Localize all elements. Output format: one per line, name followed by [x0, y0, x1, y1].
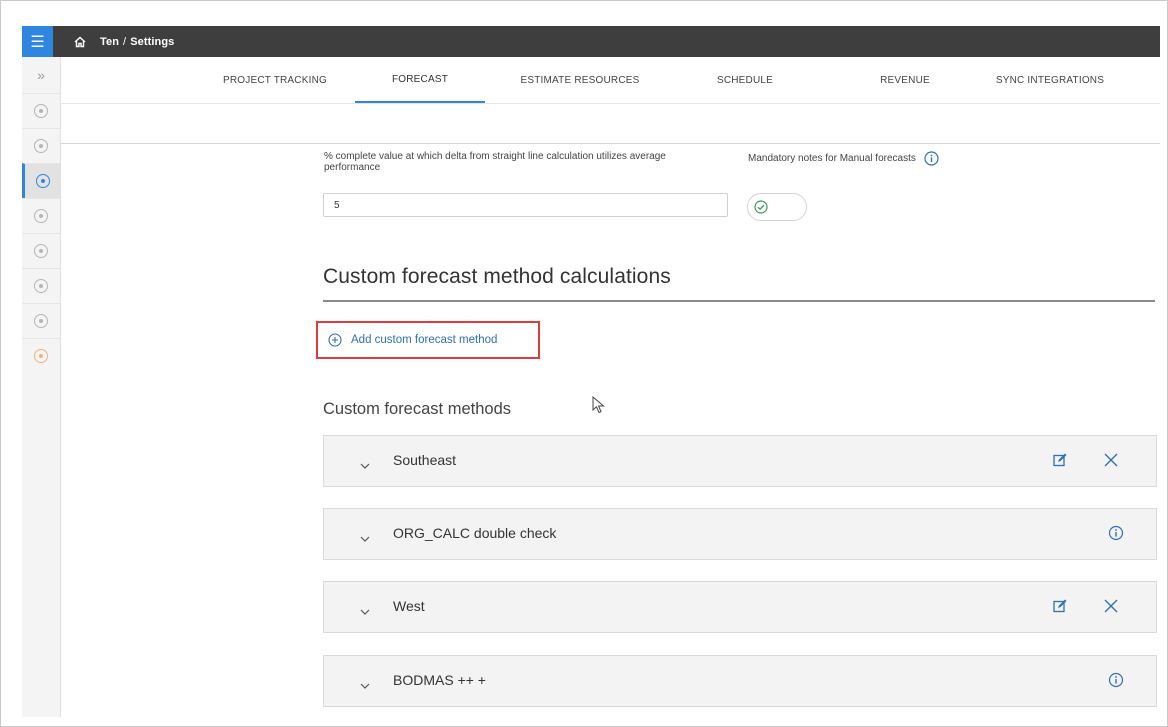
delta-threshold-label: % complete value at which delta from str…	[324, 151, 666, 173]
sidebar: »	[22, 57, 61, 717]
nav-circle-icon	[34, 279, 48, 293]
method-name: ORG_CALC double check	[393, 525, 557, 541]
chevron-down-icon[interactable]	[360, 530, 370, 542]
nav-circle-icon	[34, 139, 48, 153]
mouse-cursor-icon	[592, 395, 606, 414]
tab-project-tracking[interactable]: PROJECT TRACKING	[210, 57, 340, 103]
sidebar-item-4[interactable]	[22, 198, 60, 233]
nav-circle-icon	[34, 209, 48, 223]
breadcrumb: Ten / Settings	[100, 36, 174, 48]
close-icon[interactable]	[1103, 598, 1119, 614]
custom-calc-title: Custom forecast method calculations	[323, 265, 671, 288]
info-icon[interactable]	[1108, 672, 1124, 688]
method-name: BODMAS ++ +	[393, 672, 486, 688]
tab-sync-integrations[interactable]: SYNC INTEGRATIONS	[975, 57, 1125, 103]
breadcrumb-project[interactable]: Ten	[100, 36, 119, 48]
close-icon[interactable]	[1103, 452, 1119, 468]
nav-circle-icon	[34, 349, 48, 363]
section-divider	[323, 300, 1155, 302]
nav-circle-icon	[34, 244, 48, 258]
method-name: Southeast	[393, 452, 457, 468]
mandatory-notes-toggle[interactable]	[747, 193, 807, 221]
sidebar-item-7[interactable]	[22, 303, 60, 338]
add-custom-forecast-method-label: Add custom forecast method	[351, 334, 498, 346]
nav-circle-icon	[35, 174, 50, 188]
chevron-down-icon[interactable]	[360, 603, 370, 615]
sidebar-item-1[interactable]	[22, 93, 60, 128]
add-custom-forecast-method-button[interactable]: Add custom forecast method	[316, 321, 540, 359]
settings-tabs: PROJECT TRACKING FORECAST ESTIMATE RESOU…	[60, 57, 1160, 104]
nav-circle-icon	[34, 314, 48, 328]
tab-revenue[interactable]: REVENUE	[850, 57, 960, 103]
plus-circle-icon	[328, 333, 342, 347]
method-row-bodmas[interactable]: BODMAS ++ +	[323, 655, 1157, 707]
mandatory-notes-label-row: Mandatory notes for Manual forecasts	[748, 151, 939, 166]
method-row-west[interactable]: West	[323, 581, 1157, 633]
edit-icon[interactable]	[1052, 598, 1068, 614]
home-icon[interactable]	[74, 35, 88, 49]
sidebar-item-3[interactable]	[22, 163, 60, 198]
tab-estimate-resources[interactable]: ESTIMATE RESOURCES	[510, 57, 650, 103]
sidebar-item-8[interactable]	[22, 338, 60, 373]
tab-forecast[interactable]: FORECAST	[355, 57, 485, 103]
tab-schedule[interactable]: SCHEDULE	[690, 57, 800, 103]
mandatory-notes-label: Mandatory notes for Manual forecasts	[748, 153, 916, 164]
method-name: West	[393, 598, 425, 614]
breadcrumb-separator: /	[123, 35, 127, 48]
sidebar-item-5[interactable]	[22, 233, 60, 268]
expand-sidebar-icon[interactable]: »	[22, 57, 60, 93]
sidebar-item-2[interactable]	[22, 128, 60, 163]
edit-icon[interactable]	[1052, 452, 1068, 468]
nav-circle-icon	[34, 104, 48, 118]
custom-methods-title: Custom forecast methods	[323, 400, 511, 418]
delta-threshold-input[interactable]	[323, 193, 728, 217]
breadcrumb-page: Settings	[130, 35, 175, 48]
info-icon[interactable]	[1108, 525, 1124, 541]
info-icon[interactable]	[924, 151, 939, 166]
check-circle-icon	[754, 200, 768, 214]
method-row-southeast[interactable]: Southeast	[323, 435, 1157, 487]
chevron-down-icon[interactable]	[360, 677, 370, 689]
hamburger-menu-icon[interactable]: ☰	[22, 26, 53, 57]
sidebar-item-6[interactable]	[22, 268, 60, 303]
method-row-org-calc[interactable]: ORG_CALC double check	[323, 508, 1157, 560]
tab-subheader	[60, 103, 1160, 144]
top-bar: ☰ Ten / Settings	[22, 26, 1160, 57]
chevron-down-icon[interactable]	[360, 457, 370, 469]
